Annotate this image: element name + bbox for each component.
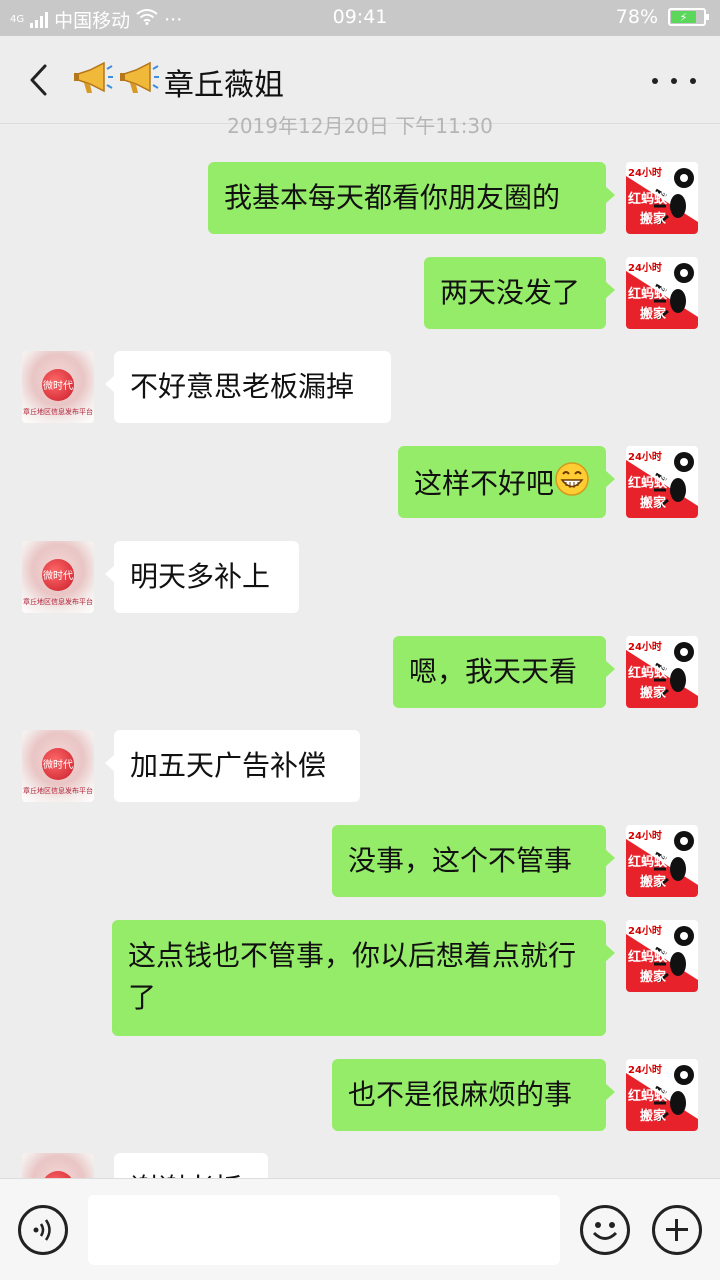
avatar-text: 24小时 (628, 263, 662, 274)
contact-title[interactable]: 章丘薇姐 (72, 60, 284, 104)
avatar-text: 搬家 (640, 212, 667, 227)
outgoing-message: 24小时 红蚂蚁 搬家 这点钱也不管事，你以后想着点就行了 (0, 920, 720, 1036)
battery-icon: ⚡ (668, 8, 709, 26)
avatar-text: 搬家 (640, 686, 667, 701)
status-bar: 4G 中国移动 ··· 09:41 78% ⚡ (0, 0, 720, 36)
avatar-text: 红蚂蚁 (628, 855, 668, 870)
emoji-button[interactable] (580, 1205, 630, 1255)
more-button[interactable] (652, 66, 696, 96)
avatar-text: 红蚂蚁 (628, 192, 668, 207)
outgoing-message: 24小时红蚂蚁搬家 我基本每天都看你朋友圈的 (0, 162, 720, 234)
heart-icon (42, 1171, 74, 1178)
avatar-text: 红蚂蚁 (628, 950, 668, 965)
avatar-text: 搬家 (640, 307, 667, 322)
plus-button[interactable] (652, 1205, 702, 1255)
my-avatar[interactable]: 24小时红蚂蚁搬家 (626, 446, 698, 518)
avatar-text: 搬家 (640, 1109, 667, 1124)
message-bubble[interactable]: 也不是很麻烦的事 (332, 1059, 615, 1131)
avatar-text: 微时代 (43, 760, 73, 771)
message-text: 加五天广告补偿 (130, 749, 327, 782)
incoming-message: 微时代章丘地区信息发布平台 不好意思老板漏掉 (0, 351, 720, 423)
contact-avatar[interactable]: 微时代章丘地区信息发布平台 (22, 1153, 94, 1178)
incoming-message: 微时代章丘地区信息发布平台谢谢老板 (0, 1153, 720, 1178)
message-bubble[interactable]: 没事，这个不管事 (332, 825, 615, 897)
avatar-text: 24小时 (628, 452, 662, 463)
contact-avatar[interactable]: 微时代章丘地区信息发布平台 (22, 351, 94, 423)
avatar-text: 24小时 (628, 831, 662, 842)
message-text: 两天没发了 (440, 276, 581, 309)
megaphone-icon (72, 60, 114, 104)
message-text: 我基本每天都看你朋友圈的 (224, 181, 561, 214)
avatar-text: 红蚂蚁 (628, 287, 668, 302)
incoming-message: 微时代章丘地区信息发布平台 明天多补上 (0, 541, 720, 613)
outgoing-message: 24小时红蚂蚁搬家 没事，这个不管事 (0, 825, 720, 897)
avatar-text: 红蚂蚁 (628, 666, 668, 681)
message-bubble[interactable]: 谢谢老板 (105, 1153, 268, 1178)
voice-icon (33, 1219, 51, 1241)
outgoing-message: 24小时红蚂蚁搬家 两天没发了 (0, 257, 720, 329)
avatar-text: 红蚂蚁 (628, 476, 668, 491)
battery-percent: 78% (615, 6, 658, 28)
my-avatar[interactable]: 24小时红蚂蚁搬家 (626, 162, 698, 234)
my-avatar[interactable]: 24小时红蚂蚁搬家 (626, 920, 698, 992)
incoming-message: 微时代章丘地区信息发布平台 加五天广告补偿 (0, 730, 720, 802)
message-bubble[interactable]: 明天多补上 (105, 541, 299, 613)
chevron-left-icon (30, 64, 47, 96)
emoji-icon (592, 1222, 618, 1240)
message-bubble[interactable]: 这样不好吧 (398, 446, 615, 518)
avatar-text: 章丘地区信息发布平台 (23, 408, 93, 416)
message-bubble[interactable]: 嗯，我天天看 (393, 636, 615, 708)
message-text: 明天多补上 (130, 560, 271, 593)
outgoing-message: 24小时红蚂蚁搬家 嗯，我天天看 (0, 636, 720, 708)
message-text: 也不是很麻烦的事 (348, 1078, 573, 1111)
message-bubble[interactable]: 两天没发了 (424, 257, 615, 329)
avatar-text: 24小时 (628, 926, 662, 937)
megaphone-icon (118, 60, 160, 104)
outgoing-message: 24小时红蚂蚁搬家 这样不好吧 (0, 446, 720, 518)
input-bar (0, 1178, 720, 1280)
back-button[interactable] (18, 58, 58, 102)
message-text: 不好意思老板漏掉 (130, 370, 355, 403)
avatar-text: 红蚂蚁 (628, 1089, 668, 1104)
avatar-text: 搬家 (640, 496, 667, 511)
chat-list[interactable]: 24小时 红蚂蚁 搬家 我基本每天都看你朋友圈的 24小时 红蚂蚁 搬家 两天没发了 微时代 章丘… (0, 124, 720, 1178)
avatar-text: 24小时 (628, 168, 662, 179)
my-avatar[interactable]: 24小时红蚂蚁搬家 (626, 257, 698, 329)
message-text: 这点钱也不管事，你以后想着点就行了 (128, 939, 577, 1014)
more-dots-icon (652, 78, 658, 84)
avatar-text: 微时代 (43, 571, 73, 582)
contact-avatar[interactable]: 微时代章丘地区信息发布平台 (22, 541, 94, 613)
avatar-text: 搬家 (640, 970, 667, 985)
message-bubble[interactable]: 加五天广告补偿 (105, 730, 360, 802)
avatar-text: 24小时 (628, 1065, 662, 1076)
grin-emoji-icon (554, 461, 590, 509)
contact-avatar[interactable]: 微时代章丘地区信息发布平台 (22, 730, 94, 802)
status-time: 09:41 (332, 6, 388, 28)
avatar-text: 章丘地区信息发布平台 (23, 598, 93, 606)
message-bubble[interactable]: 不好意思老板漏掉 (105, 351, 391, 423)
contact-name: 章丘薇姐 (164, 68, 284, 103)
message-text: 嗯，我天天看 (409, 655, 578, 688)
message-bubble[interactable]: 这点钱也不管事，你以后想着点就行了 (112, 920, 615, 1036)
my-avatar[interactable]: 24小时红蚂蚁搬家 (626, 1059, 698, 1131)
avatar-text: 章丘地区信息发布平台 (23, 787, 93, 795)
avatar-text: 搬家 (640, 875, 667, 890)
message-input[interactable] (88, 1195, 560, 1265)
message-text: 没事，这个不管事 (348, 844, 573, 877)
avatar-text: 微时代 (43, 381, 73, 392)
my-avatar[interactable]: 24小时红蚂蚁搬家 (626, 636, 698, 708)
message-bubble[interactable]: 我基本每天都看你朋友圈的 (208, 162, 615, 234)
my-avatar[interactable]: 24小时红蚂蚁搬家 (626, 825, 698, 897)
outgoing-message: 24小时红蚂蚁搬家 也不是很麻烦的事 (0, 1059, 720, 1131)
voice-button[interactable] (18, 1205, 68, 1255)
avatar-text: 24小时 (628, 642, 662, 653)
message-text: 这样不好吧 (414, 467, 555, 500)
